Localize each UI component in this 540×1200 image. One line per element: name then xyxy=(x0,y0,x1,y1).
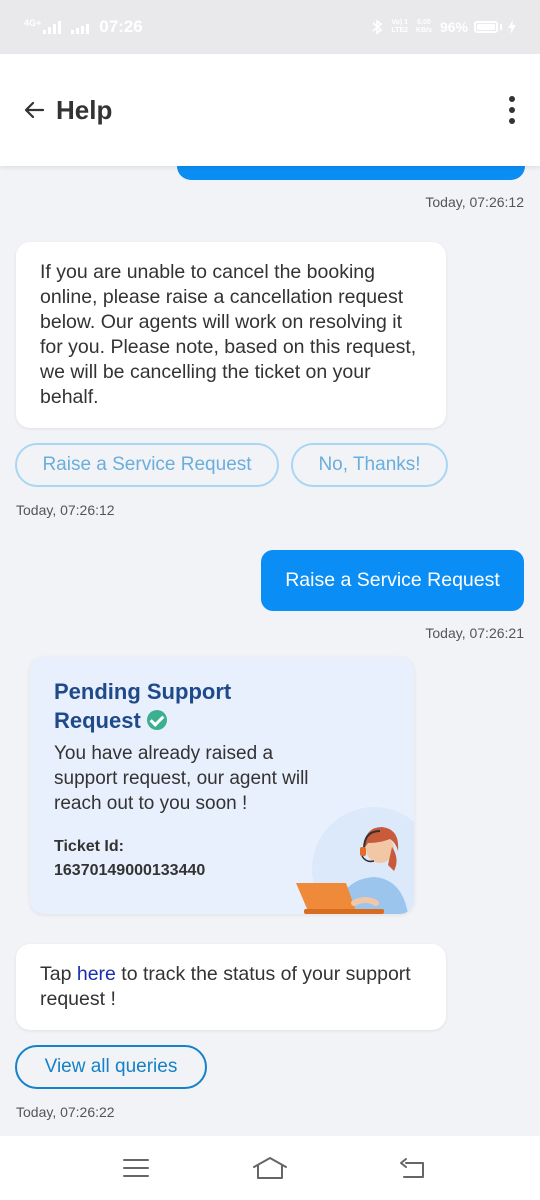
system-nav-bar xyxy=(0,1136,540,1200)
pending-support-card: Pending Support Request You have already… xyxy=(30,657,414,914)
menu-icon xyxy=(123,1159,149,1177)
more-options-button[interactable] xyxy=(498,90,526,130)
home-button[interactable] xyxy=(250,1152,290,1184)
bot-message-text: If you are unable to cancel the booking … xyxy=(40,261,417,408)
back-button[interactable] xyxy=(14,90,54,130)
app-bar: Help xyxy=(0,54,540,166)
status-bar: 4G+ 07:26 Vo) 1 LTE2 0.00 KB/s 96% xyxy=(0,0,540,54)
pending-title-text: Pending Support Request xyxy=(54,679,232,733)
track-text-prefix: Tap xyxy=(40,963,77,985)
ticket-id-value: 16370149000133440 xyxy=(54,862,206,879)
clock: 07:26 xyxy=(99,17,143,36)
pending-card-title: Pending Support Request xyxy=(54,677,274,735)
volte-indicator: Vo) 1 LTE2 xyxy=(391,19,409,34)
chat-thread[interactable]: Today, 07:26:12 If you are unable to can… xyxy=(0,166,540,1136)
timestamp: Today, 07:26:12 xyxy=(425,194,524,210)
user-message-partial xyxy=(177,166,525,180)
raise-service-request-chip[interactable]: Raise a Service Request xyxy=(15,443,279,487)
bluetooth-icon xyxy=(372,19,383,35)
signal-icon-2 xyxy=(71,20,90,34)
signal-icon: 4G+ xyxy=(24,18,62,34)
timestamp: Today, 07:26:21 xyxy=(425,625,524,641)
no-thanks-chip[interactable]: No, Thanks! xyxy=(291,443,448,487)
support-agent-illustration xyxy=(296,807,414,914)
charging-icon xyxy=(508,20,516,34)
network-type-label: 4G+ xyxy=(24,18,42,28)
view-all-queries-button[interactable]: View all queries xyxy=(15,1045,207,1089)
more-vert-icon xyxy=(509,96,515,102)
back-nav-button[interactable] xyxy=(392,1152,432,1184)
arrow-left-icon xyxy=(24,101,44,119)
recents-button[interactable] xyxy=(116,1152,156,1184)
page-title: Help xyxy=(56,94,113,125)
ticket-id-label: Ticket Id: xyxy=(54,838,124,855)
here-link[interactable]: here xyxy=(77,963,116,985)
track-status-message: Tap here to track the status of your sup… xyxy=(16,944,446,1030)
user-message: Raise a Service Request xyxy=(261,550,524,611)
network-speed: 0.00 KB/s xyxy=(416,19,432,34)
pending-card-message: You have already raised a support reques… xyxy=(54,743,309,814)
battery-indicator: 96% xyxy=(440,19,516,35)
battery-percent: 96% xyxy=(439,19,468,35)
timestamp: Today, 07:26:22 xyxy=(16,1104,115,1120)
bot-message: If you are unable to cancel the booking … xyxy=(16,242,446,428)
back-nav-icon xyxy=(400,1158,424,1178)
check-circle-icon xyxy=(146,710,167,730)
home-icon xyxy=(253,1157,287,1179)
battery-icon xyxy=(474,21,498,33)
timestamp: Today, 07:26:12 xyxy=(16,502,115,518)
